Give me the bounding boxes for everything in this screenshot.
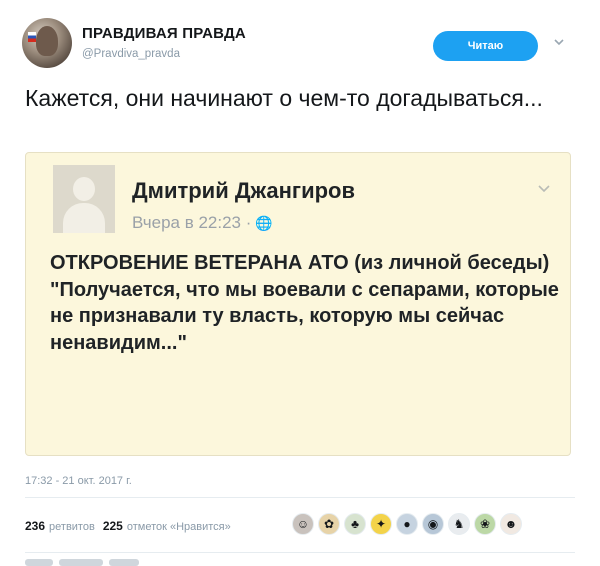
liker-avatar[interactable]: ☺ xyxy=(292,513,314,535)
default-avatar-head xyxy=(73,177,95,201)
divider xyxy=(25,552,575,553)
liker-avatars: ☺ ✿ ♣ ✦ ● ◉ ♞ ❀ ☻ xyxy=(292,513,522,535)
liker-avatar-icon: ♞ xyxy=(453,517,465,531)
following-button[interactable]: Читаю xyxy=(433,31,538,61)
quoted-author-name: Дмитрий Джангиров xyxy=(132,178,355,203)
liker-avatar-icon: ♣ xyxy=(351,517,359,531)
action-bar-cutoff xyxy=(25,559,205,566)
chevron-down-icon[interactable] xyxy=(553,36,565,48)
quoted-author-avatar xyxy=(53,165,115,233)
profile-avatar[interactable] xyxy=(22,18,72,68)
liker-avatar[interactable]: ♣ xyxy=(344,513,366,535)
flag-icon xyxy=(28,32,36,42)
liker-avatar[interactable]: ☻ xyxy=(500,513,522,535)
default-avatar-body xyxy=(63,203,105,233)
liker-avatar-icon: ☻ xyxy=(504,517,518,531)
retweets-count: 236 xyxy=(25,519,46,533)
cutoff-shape xyxy=(25,559,53,566)
tweet-timestamp[interactable]: 17:32 - 21 окт. 2017 г. xyxy=(25,475,132,487)
liker-avatar[interactable]: ● xyxy=(396,513,418,535)
likes-stat[interactable]: 225 отметок «Нравится» xyxy=(103,519,231,533)
quoted-post-time: Вчера в 22:23 · 🌐 xyxy=(132,213,273,233)
liker-avatar-icon: ◉ xyxy=(427,517,439,531)
liker-avatar-icon: ● xyxy=(403,517,411,531)
liker-avatar[interactable]: ❀ xyxy=(474,513,496,535)
likes-count: 225 xyxy=(102,519,123,533)
display-name[interactable]: ПРАВДИВАЯ ПРАВДА xyxy=(82,25,246,42)
quoted-time-text: Вчера в 22:23 · xyxy=(132,213,252,232)
liker-avatar-icon: ☺ xyxy=(296,517,310,531)
quoted-line: ОТКРОВЕНИЕ ВЕТЕРАНА АТО (из личной бесед… xyxy=(50,252,550,274)
liker-avatar-icon: ✦ xyxy=(375,517,387,531)
liker-avatar[interactable]: ◉ xyxy=(422,513,444,535)
cutoff-shape xyxy=(109,559,139,566)
quoted-post-text: ОТКРОВЕНИЕ ВЕТЕРАНА АТО (из личной бесед… xyxy=(50,250,565,356)
divider xyxy=(25,497,575,498)
liker-avatar-icon: ❀ xyxy=(479,517,491,531)
avatar-figure xyxy=(36,26,58,56)
quoted-line: "Получается, что мы воевали с сепарами, … xyxy=(50,278,559,354)
liker-avatar-icon: ✿ xyxy=(323,517,335,531)
retweets-stat[interactable]: 236 ретвитов xyxy=(25,519,95,533)
username[interactable]: @Pravdiva_pravda xyxy=(82,48,180,60)
globe-icon: 🌐 xyxy=(255,215,273,231)
likes-label: отметок «Нравится» xyxy=(126,521,231,533)
liker-avatar[interactable]: ♞ xyxy=(448,513,470,535)
retweets-label: ретвитов xyxy=(49,521,95,533)
tweet-stats: 236 ретвитов 225 отметок «Нравится» xyxy=(25,519,231,533)
tweet-text: Кажется, они начинают о чем-то догадыват… xyxy=(25,85,543,111)
liker-avatar[interactable]: ✦ xyxy=(370,513,392,535)
quoted-chevron-down-icon xyxy=(538,185,550,193)
cutoff-shape xyxy=(59,559,103,566)
liker-avatar[interactable]: ✿ xyxy=(318,513,340,535)
